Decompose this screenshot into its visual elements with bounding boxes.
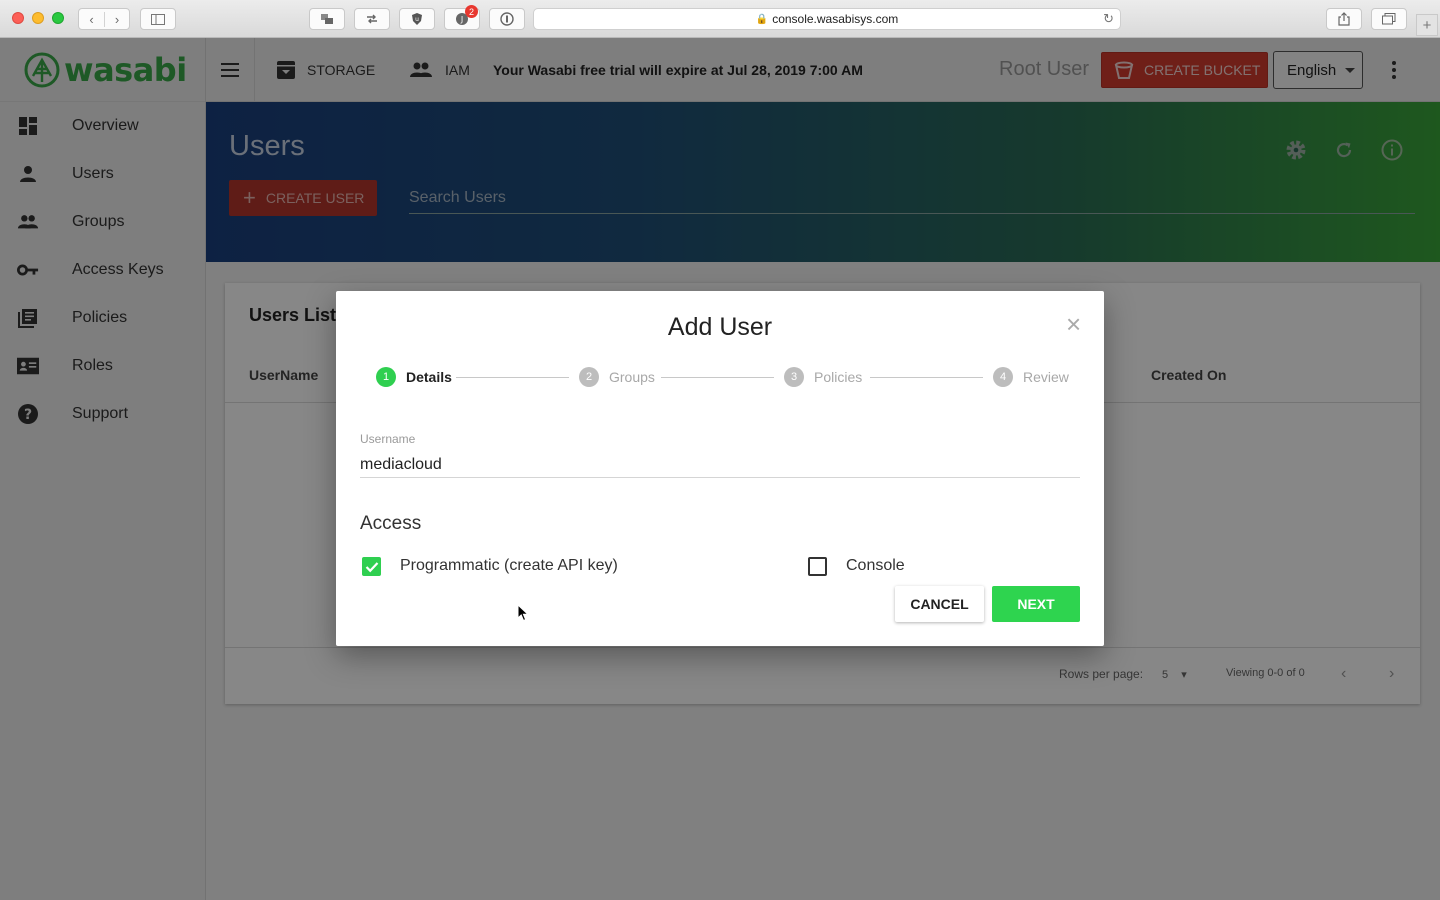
cancel-button[interactable]: CANCEL — [895, 586, 984, 622]
extension-icon[interactable] — [309, 8, 345, 30]
new-tab-button[interactable]: + — [1416, 14, 1438, 36]
share-icon[interactable] — [1326, 8, 1362, 30]
svg-text:u: u — [415, 16, 419, 23]
next-button[interactable]: NEXT — [992, 586, 1080, 622]
step-label: Details — [406, 369, 452, 385]
stepper-step-details: 1 Details — [376, 367, 452, 387]
window-zoom-button[interactable] — [52, 12, 64, 24]
stepper-step-policies: 3 Policies — [784, 367, 862, 387]
console-label[interactable]: Console — [846, 557, 905, 575]
step-label: Policies — [814, 369, 863, 385]
console-checkbox[interactable] — [808, 557, 827, 576]
programmatic-checkbox[interactable] — [362, 557, 381, 576]
address-bar[interactable]: 🔒 console.wasabisys.com ↻ — [533, 8, 1121, 30]
browser-toolbar: ‹ › u J 2 🔒 console.wasabisys.com ↻ + — [0, 0, 1440, 38]
step-label: Groups — [609, 369, 655, 385]
tab-overview-icon[interactable] — [1371, 8, 1407, 30]
programmatic-label[interactable]: Programmatic (create API key) — [400, 557, 618, 575]
forward-icon[interactable]: › — [104, 11, 129, 27]
step-number: 4 — [993, 367, 1013, 387]
extension-icon[interactable]: J 2 — [444, 5, 480, 30]
window-minimize-button[interactable] — [32, 12, 44, 24]
step-label: Review — [1023, 369, 1069, 385]
svg-text:J: J — [460, 15, 463, 24]
browser-nav-buttons: ‹ › — [78, 8, 130, 30]
back-icon[interactable]: ‹ — [79, 12, 104, 27]
mouse-cursor-icon — [517, 604, 529, 622]
password-manager-icon[interactable] — [489, 8, 525, 30]
check-icon — [365, 561, 378, 572]
stepper-connector — [870, 377, 983, 378]
url-text: console.wasabisys.com — [772, 12, 899, 26]
username-label: Username — [360, 432, 416, 446]
access-heading: Access — [360, 513, 422, 534]
username-input[interactable] — [360, 453, 1080, 478]
sidebar-toggle-icon[interactable] — [140, 8, 176, 30]
close-icon[interactable]: × — [1066, 311, 1081, 337]
stepper-step-review: 4 Review — [993, 367, 1069, 387]
lock-icon: 🔒 — [755, 13, 769, 25]
stepper-connector — [661, 377, 774, 378]
stepper-connector — [456, 377, 569, 378]
step-number: 2 — [579, 367, 599, 387]
window-close-button[interactable] — [12, 12, 24, 24]
add-user-dialog: Add User × 1 Details 2 Groups 3 Policies… — [336, 291, 1104, 646]
extension-icon[interactable] — [354, 8, 390, 30]
step-number: 3 — [784, 367, 804, 387]
step-number: 1 — [376, 367, 396, 387]
stepper-step-groups: 2 Groups — [579, 367, 655, 387]
reload-icon[interactable]: ↻ — [1103, 11, 1114, 27]
ublock-icon[interactable]: u — [399, 8, 435, 30]
dialog-title: Add User — [667, 313, 773, 341]
extension-badge: 2 — [465, 5, 478, 18]
